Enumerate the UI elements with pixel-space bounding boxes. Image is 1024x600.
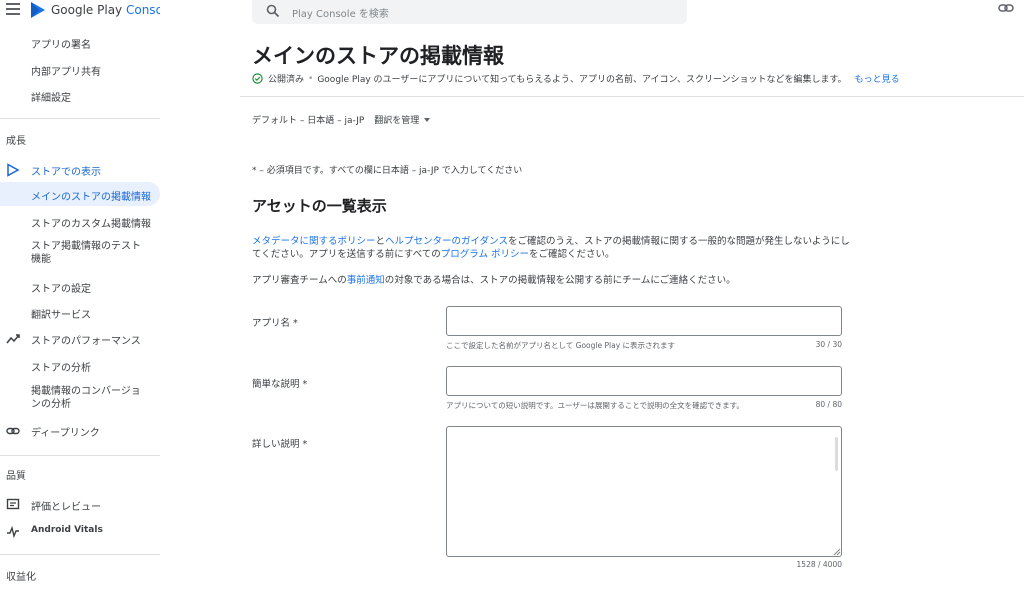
language-row: デフォルト – 日本語 – ja-JP 翻訳を管理 — [252, 113, 431, 126]
sidebar-item-store-analysis[interactable]: ストアの分析 — [0, 359, 160, 374]
sidebar-item-internal-sharing[interactable]: 内部アプリ共有 — [0, 63, 160, 78]
policy-paragraph: メタデータに関するポリシーとヘルプセンターのガイダンスをご確認のうえ、ストアの掲… — [252, 236, 850, 260]
link-icon — [6, 427, 20, 435]
sidebar-item-deep-links[interactable]: ディープリンク — [0, 424, 160, 439]
full-description-label: 詳しい説明 * — [252, 439, 308, 450]
review-icon — [6, 498, 20, 510]
default-language: デフォルト – 日本語 – ja-JP — [252, 116, 365, 126]
play-outline-icon — [7, 163, 20, 177]
textarea-scrollbar[interactable] — [835, 437, 838, 471]
sidebar-item-custom-store-listing[interactable]: ストアのカスタム掲載情報 — [0, 215, 160, 230]
full-description-textarea[interactable] — [446, 426, 842, 557]
section-header-quality: 品質 — [6, 471, 26, 482]
sidebar-item-android-vitals[interactable]: Android Vitals — [0, 525, 160, 539]
review-notice-paragraph: アプリ審査チームへの事前通知の対象である場合は、ストアの掲載情報を公開する前にチ… — [252, 275, 736, 286]
program-policy-link[interactable]: プログラム ポリシー — [441, 249, 529, 260]
sidebar-item-advanced-settings[interactable]: 詳細設定 — [0, 89, 160, 104]
advance-notice-link[interactable]: 事前通知 — [347, 275, 385, 286]
learn-more-link[interactable]: もっと見る — [855, 72, 900, 85]
short-description-helper: アプリについての短い説明です。ユーザーは展開することで説明の全文を確認できます。… — [446, 400, 842, 410]
app-name-char-count: 30 / 30 — [815, 340, 842, 349]
status-badge: 公開済み — [268, 75, 305, 85]
brand-name: Google Play Console — [51, 3, 160, 17]
search-placeholder: Play Console を検索 — [292, 9, 389, 20]
required-note: * – 必須項目です。すべての欄に日本語 – ja-JP で入力してください — [252, 166, 523, 176]
manage-translations-button[interactable]: 翻訳を管理 — [374, 113, 431, 126]
brand-header: Google Play Console — [0, 0, 160, 22]
search-icon — [266, 4, 280, 18]
status-row: 公開済み • Google Play のユーザーにアプリについて知ってもらえるよ… — [252, 72, 900, 85]
app-name-helper: ここで設定した名前がアプリ名として Google Play に表示されます 30 … — [446, 340, 842, 350]
sidebar-item-store-presence[interactable]: ストアでの表示 — [0, 162, 160, 178]
sidebar-divider — [0, 455, 160, 456]
search-bar[interactable]: Play Console を検索 — [252, 0, 687, 24]
sidebar-item-ratings-reviews[interactable]: 評価とレビュー — [0, 498, 160, 513]
menu-icon[interactable] — [6, 3, 20, 15]
status-description: Google Play のユーザーにアプリについて知ってもらえるよう、アプリの名… — [317, 75, 847, 85]
check-circle-icon — [252, 73, 263, 84]
short-description-input[interactable] — [446, 366, 842, 396]
short-description-char-count: 80 / 80 — [815, 400, 842, 409]
app-name-label: アプリ名 * — [252, 318, 298, 329]
sidebar-item-main-store-listing[interactable]: メインのストアの掲載情報 — [0, 182, 160, 206]
sidebar: Google Play Console アプリの署名 内部アプリ共有 詳細設定 … — [0, 0, 160, 600]
metadata-policy-link[interactable]: メタデータに関するポリシー — [252, 236, 376, 247]
link-icon[interactable] — [998, 2, 1014, 14]
section-title: アセットの一覧表示 — [252, 197, 387, 215]
sidebar-item-translation-service[interactable]: 翻訳サービス — [0, 306, 160, 321]
help-center-link[interactable]: ヘルプセンターのガイダンス — [385, 236, 508, 247]
sidebar-item-app-signing[interactable]: アプリの署名 — [0, 36, 160, 51]
separator-dot: • — [308, 73, 314, 84]
sidebar-item-store-performance[interactable]: ストアのパフォーマンス — [0, 332, 160, 347]
app-root: Google Play Console アプリの署名 内部アプリ共有 詳細設定 … — [0, 0, 1024, 600]
sidebar-item-store-settings[interactable]: ストアの設定 — [0, 280, 160, 295]
section-header-monetize: 収益化 — [6, 572, 36, 583]
sidebar-item-conversion-analysis[interactable]: 掲載情報のコンバージョンの分析 — [0, 385, 160, 413]
sidebar-divider — [0, 118, 160, 119]
resize-handle-icon[interactable] — [833, 548, 841, 556]
vitals-icon — [7, 525, 19, 539]
page-title: メインのストアの掲載情報 — [252, 44, 504, 68]
sidebar-item-listing-experiments[interactable]: ストア掲載情報のテスト機能 — [0, 240, 160, 268]
full-description-char-count: 1528 / 4000 — [796, 560, 842, 569]
trending-up-icon — [6, 334, 20, 344]
short-description-label: 簡単な説明 * — [252, 379, 308, 390]
caret-down-icon — [424, 117, 431, 122]
header-divider — [240, 96, 1024, 97]
app-name-input[interactable] — [446, 306, 842, 336]
play-console-logo[interactable] — [30, 1, 46, 19]
section-header-growth: 成長 — [6, 136, 26, 147]
sidebar-divider — [0, 554, 160, 555]
